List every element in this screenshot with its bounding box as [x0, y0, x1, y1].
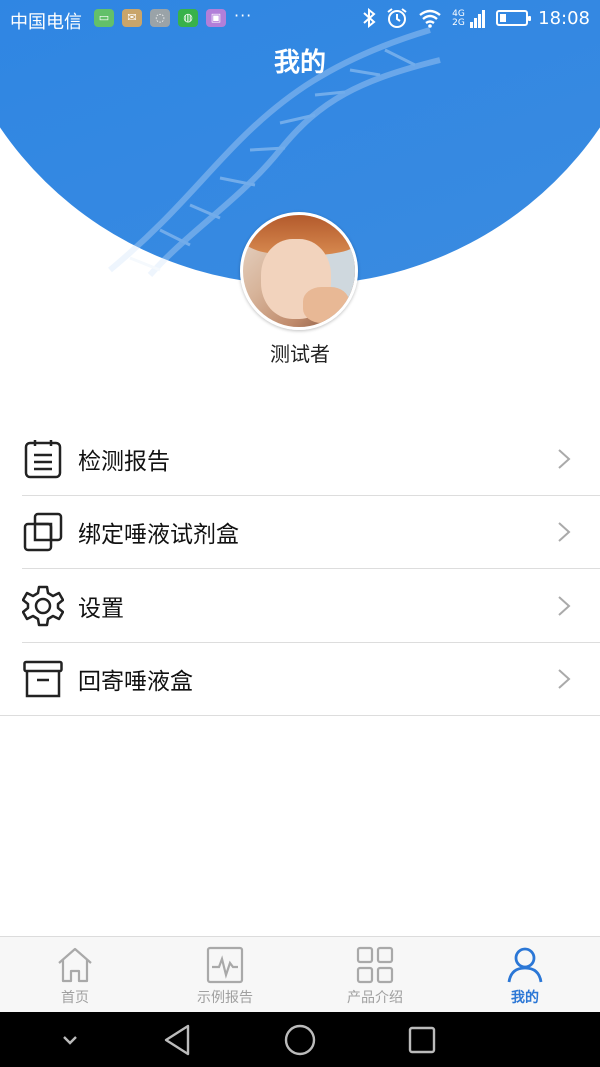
notification-app-icon: ✉ — [122, 9, 142, 27]
menu-item-label: 绑定唾液试剂盒 — [78, 522, 239, 549]
bottom-tab-bar: 首页 示例报告 产品介绍 我的 — [0, 936, 600, 1012]
notification-app-icon: ▭ — [94, 9, 114, 27]
page-title: 我的 — [273, 48, 326, 78]
signal-icon: 4G 2G — [452, 8, 486, 28]
chevron-right-icon — [558, 596, 571, 616]
bind-kit-icon — [22, 511, 64, 553]
avatar[interactable] — [240, 212, 358, 330]
tab-product-intro[interactable]: 产品介绍 — [300, 937, 450, 1012]
tab-label: 首页 — [61, 990, 89, 1006]
wifi-icon — [419, 9, 441, 28]
user-icon — [507, 947, 543, 983]
home-button-icon[interactable] — [282, 1022, 318, 1058]
bluetooth-icon — [363, 8, 376, 28]
tab-sample-report[interactable]: 示例报告 — [150, 937, 300, 1012]
menu-item-bind-kit[interactable]: 绑定唾液试剂盒 — [0, 496, 600, 569]
tab-home[interactable]: 首页 — [0, 937, 150, 1012]
chevron-right-icon — [558, 449, 571, 469]
menu-item-label: 回寄唾液盒 — [78, 669, 193, 696]
grid-icon — [356, 946, 394, 984]
pulse-report-icon — [206, 946, 244, 984]
gallery-icon: ▣ — [206, 9, 226, 27]
status-time: 18:08 — [538, 7, 590, 29]
tab-label: 示例报告 — [197, 990, 253, 1006]
archive-box-icon — [22, 658, 64, 700]
chevron-down-icon[interactable] — [52, 1022, 88, 1058]
tab-label: 产品介绍 — [347, 990, 403, 1006]
home-icon — [58, 947, 92, 983]
menu-item-label: 检测报告 — [78, 448, 170, 475]
menu-item-label: 设置 — [78, 595, 124, 622]
menu-item-test-report[interactable]: 检测报告 — [0, 422, 600, 496]
tab-mine[interactable]: 我的 — [450, 937, 600, 1012]
back-icon[interactable] — [160, 1022, 196, 1058]
system-navigation-bar — [0, 1012, 600, 1067]
menu-item-return-box[interactable]: 回寄唾液盒 — [0, 643, 600, 716]
wechat-icon: ◍ — [178, 9, 198, 27]
carrier-label: 中国电信 — [10, 12, 82, 33]
chevron-right-icon — [558, 669, 571, 689]
report-list-icon — [22, 438, 64, 480]
chevron-right-icon — [558, 522, 571, 542]
tab-label: 我的 — [511, 990, 539, 1006]
menu-list: 检测报告 绑定唾液试剂盒 设置 回寄唾液盒 — [0, 422, 600, 716]
menu-item-settings[interactable]: 设置 — [0, 569, 600, 643]
avatar-hand — [303, 287, 349, 323]
recents-icon[interactable] — [404, 1022, 440, 1058]
username: 测试者 — [270, 342, 330, 366]
alarm-icon — [387, 8, 407, 28]
gear-icon — [22, 585, 64, 627]
notification-icons: ▭ ✉ ◌ ◍ ▣ — [94, 9, 226, 27]
message-icon: ◌ — [150, 9, 170, 27]
status-bar: 中国电信 ▭ ✉ ◌ ◍ ▣ ··· 4G 2G 18:08 — [0, 0, 600, 38]
battery-icon — [496, 10, 532, 26]
divider — [0, 715, 600, 716]
overflow-indicator: ··· — [234, 6, 253, 25]
network-type-label: 4G 2G — [452, 9, 465, 28]
